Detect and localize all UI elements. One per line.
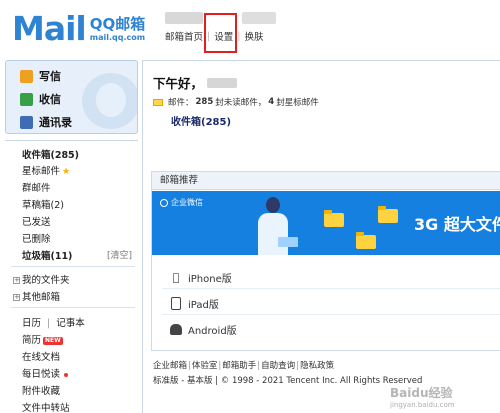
attachments-link[interactable]: 附件收藏: [22, 383, 60, 397]
divider: [11, 307, 135, 308]
logo-brand: QQ邮箱: [89, 14, 146, 33]
folder-icon: [324, 210, 344, 227]
expand-icon[interactable]: +: [13, 277, 20, 284]
online-docs-link[interactable]: 在线文档: [22, 349, 60, 363]
calendar-link[interactable]: 日历: [22, 318, 41, 329]
tablet-icon: [170, 297, 182, 311]
header: Mail QQ邮箱 mail.qq.com 邮箱首页 | 设置 | 换肤: [0, 0, 500, 55]
logo-url: mail.qq.com: [89, 32, 146, 42]
write-button[interactable]: 写信: [20, 68, 61, 84]
new-badge: NEW: [43, 336, 63, 345]
primary-actions: 写信 收信 通讯录: [5, 60, 138, 134]
inbox-download-icon: [20, 92, 33, 106]
person-illustration: [252, 197, 298, 255]
copyright: 标准版 - 基本版 | © 1998 - 2021 Tencent Inc. A…: [153, 376, 423, 386]
divider: [162, 288, 500, 289]
wecom-label: 企业微信: [171, 198, 203, 207]
notes-link[interactable]: 记事本: [56, 318, 85, 329]
qq-mail-logo[interactable]: Mail QQ邮箱 mail.qq.com: [12, 12, 145, 46]
footer-link-lab[interactable]: 体验室: [192, 361, 218, 371]
mail-stats: 邮件： 285 封未读邮件， 4 封星标邮件: [153, 96, 319, 108]
separator: |: [47, 318, 51, 329]
folder-other-mailboxes[interactable]: + 其他邮箱: [13, 289, 60, 303]
contacts-label: 通讯录: [39, 116, 72, 129]
unread-label: 封未读邮件，: [215, 98, 267, 108]
client-ipad[interactable]: iPad版: [170, 296, 219, 311]
sidebar: 写信 收信 通讯录 收件箱(285) 星标邮件 ★ 群邮件 草稿箱(2) 已发送 …: [5, 60, 138, 413]
nav-separator: |: [237, 30, 241, 42]
folder-list: 收件箱(285) 星标邮件 ★ 群邮件 草稿箱(2) 已发送 已删除 垃圾箱(11…: [5, 140, 138, 413]
client-ipad-label: iPad版: [188, 300, 219, 311]
footer-link-assistant[interactable]: 邮箱助手: [222, 361, 256, 371]
calendar-notes-row: 日历 | 记事本: [22, 315, 85, 329]
watermark-url: jingyan.baidu.com: [390, 401, 455, 409]
resume-link[interactable]: 简历 NEW: [22, 332, 63, 346]
nav-mail-home[interactable]: 邮箱首页: [165, 29, 203, 43]
stats-prefix: 邮件：: [168, 98, 194, 108]
client-iphone[interactable]:  iPhone版: [170, 270, 232, 285]
star-icon: ★: [62, 167, 71, 177]
write-label: 写信: [39, 70, 61, 83]
inbox-summary-link[interactable]: 收件箱(285): [171, 113, 231, 128]
folder-drafts[interactable]: 草稿箱(2): [22, 197, 64, 211]
footer-link-enterprise[interactable]: 企业邮箱: [153, 361, 187, 371]
footer-link-self-service[interactable]: 自助查询: [261, 361, 295, 371]
footer-links: 企业邮箱|体验室|邮箱助手|自助查询|隐私政策: [153, 361, 335, 371]
logo-mail-text: Mail: [12, 9, 87, 48]
receive-button[interactable]: 收信: [20, 91, 61, 107]
baidu-watermark: Baidu经验 jingyan.baidu.com: [390, 384, 455, 409]
envelope-icon: [153, 98, 163, 106]
apple-icon: : [170, 271, 182, 285]
folder-group[interactable]: 群邮件: [22, 180, 51, 194]
android-icon: [170, 323, 182, 337]
wecom-brand: 企业微信: [160, 197, 203, 208]
qq-penguin-icon: [82, 73, 137, 129]
unread-count[interactable]: 285: [196, 97, 214, 107]
wecom-banner[interactable]: 企业微信 3G 超大文件: [152, 191, 500, 255]
banner-headline: 3G 超大文件: [414, 215, 500, 234]
client-iphone-label: iPhone版: [188, 274, 232, 285]
folder-starred[interactable]: 星标邮件 ★: [22, 163, 70, 177]
starred-label: 封星标邮件: [276, 98, 319, 108]
folder-deleted[interactable]: 已删除: [22, 231, 51, 245]
blurred-username: [165, 12, 203, 24]
client-android-label: Android版: [188, 326, 237, 337]
contacts-button[interactable]: 通讯录: [20, 114, 72, 130]
folder-starred-label: 星标邮件: [22, 166, 61, 177]
main-content: 下午好， 邮件： 285 封未读邮件， 4 封星标邮件 收件箱(285) 邮箱推…: [142, 60, 500, 413]
watermark-text: Baidu经验: [390, 386, 453, 400]
folder-sent[interactable]: 已发送: [22, 214, 51, 228]
starred-count[interactable]: 4: [268, 97, 274, 107]
my-folders-label: 我的文件夹: [22, 275, 70, 286]
pencil-icon: [20, 69, 33, 83]
other-mailboxes-label: 其他邮箱: [22, 292, 61, 303]
daily-reading-label: 每日悦读: [22, 369, 61, 380]
folder-spam[interactable]: 垃圾箱(11): [22, 248, 72, 262]
recommend-panel: 邮箱推荐 企业微信 3G 超大文件  iPhone版 iPad版 A: [151, 171, 500, 351]
receive-label: 收信: [39, 93, 61, 106]
wecom-icon: [160, 198, 168, 207]
folder-my-folders[interactable]: + 我的文件夹: [13, 272, 70, 286]
client-android[interactable]: Android版: [170, 322, 237, 337]
clear-spam-link[interactable]: [清空]: [107, 248, 132, 261]
daily-reading-link[interactable]: 每日悦读: [22, 366, 69, 380]
recommend-title: 邮箱推荐: [152, 172, 500, 190]
greeting: 下午好，: [153, 73, 238, 92]
divider: [11, 266, 135, 267]
blurred-name: [207, 77, 238, 88]
folder-icon: [356, 232, 376, 249]
nav-change-skin[interactable]: 换肤: [244, 29, 263, 43]
folder-inbox[interactable]: 收件箱(285): [22, 147, 79, 161]
resume-label: 简历: [22, 335, 42, 346]
unread-dot-icon: [64, 372, 69, 377]
settings-highlight-box: [204, 13, 237, 53]
divider: [162, 314, 500, 315]
folder-icon: [378, 206, 398, 223]
blurred-account: [242, 12, 276, 24]
greeting-text: 下午好，: [153, 76, 204, 91]
address-book-icon: [20, 115, 33, 129]
expand-icon[interactable]: +: [13, 294, 20, 301]
file-transfer-link[interactable]: 文件中转站: [22, 400, 70, 413]
footer-link-privacy[interactable]: 隐私政策: [300, 361, 334, 371]
